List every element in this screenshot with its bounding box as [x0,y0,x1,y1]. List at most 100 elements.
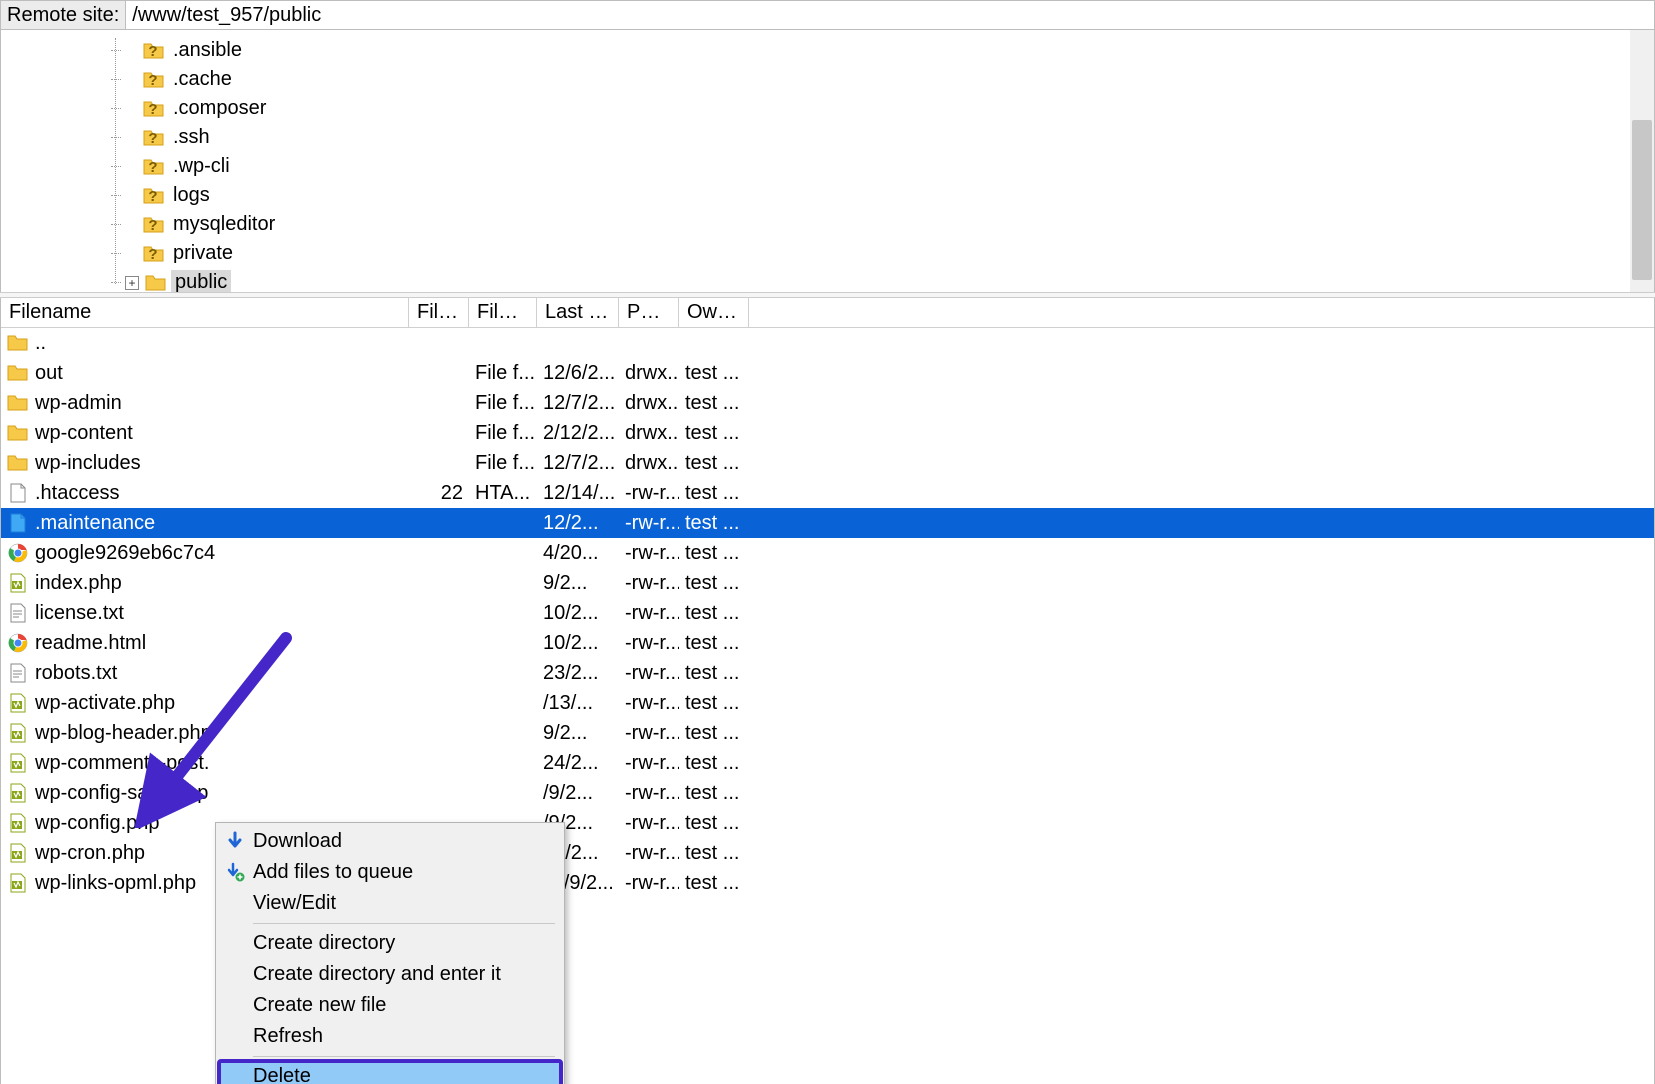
file-own-cell: test ... [679,840,749,867]
tree-scrollbar[interactable] [1630,30,1654,292]
file-name-label: wp-admin [35,392,122,415]
file-name-label: index.php [35,572,122,595]
file-name-cell: wp-admin [1,390,409,417]
column-filename[interactable]: Filename [1,298,409,327]
tree-item[interactable]: .wp-cli [111,152,1654,181]
tree-item-label: .ansible [169,38,246,63]
remote-site-label: Remote site: [1,1,126,29]
file-row[interactable]: .htaccess22HTA...12/14/...-rw-r...test .… [1,478,1654,508]
file-rows: ..outFile f...12/6/2...drwx...test ... wp… [1,328,1654,898]
file-row[interactable]: .. [1,328,1654,358]
file-row[interactable]: wp-contentFile f...2/12/2...drwx...test … [1,418,1654,448]
file-own-cell: test ... [679,480,749,507]
tree-item[interactable]: .cache [111,65,1654,94]
file-name-label: wp-comments-post. [35,752,210,775]
file-row[interactable]: index.php 9/2...-rw-r...test ... [1,568,1654,598]
menu-view-edit[interactable]: View/Edit [219,888,561,919]
file-own-cell: test ... [679,570,749,597]
text-file-icon [7,662,29,684]
column-filetype[interactable]: Filet... [469,298,537,327]
file-perm-cell: -rw-r... [619,810,679,837]
file-name-label: wp-links-opml.php [35,872,196,895]
file-list-pane: Filename Files... Filet... Last m... Per… [0,298,1655,1084]
file-own-cell: test ... [679,450,749,477]
file-name-label: .htaccess [35,482,119,505]
file-row[interactable]: .maintenance12/2...-rw-r...test ... [1,508,1654,538]
tree-item[interactable]: mysqleditor [111,210,1654,239]
file-own-cell: test ... [679,720,749,747]
file-name-cell: .. [1,330,409,357]
column-filesize[interactable]: Files... [409,298,469,327]
file-row[interactable]: wp-activate.php/13/...-rw-r...test ... [1,688,1654,718]
directory-tree[interactable]: .ansible.cache.composer.ssh.wp-clilogsmy… [1,30,1654,292]
file-type-cell [469,611,537,615]
menu-create-new-file[interactable]: Create new file [219,990,561,1021]
tree-item[interactable]: .composer [111,94,1654,123]
menu-download[interactable]: Download [219,826,561,857]
file-date-cell: 12/2... [537,510,619,537]
menu-create-directory[interactable]: Create directory [219,928,561,959]
menu-delete[interactable]: Delete [219,1061,561,1084]
file-row[interactable]: readme.html10/2...-rw-r...test ... [1,628,1654,658]
file-type-cell [469,761,537,765]
file-size-cell [409,791,469,795]
tree-item[interactable]: .ssh [111,123,1654,152]
folder-unknown-icon [143,243,165,265]
menu-create-directory-enter-label: Create directory and enter it [253,963,501,986]
file-own-cell: test ... [679,420,749,447]
file-perm-cell: -rw-r... [619,570,679,597]
menu-add-to-queue[interactable]: Add files to queue [219,857,561,888]
file-size-cell [409,431,469,435]
file-row[interactable]: google9269eb6c7c44/20...-rw-r...test ... [1,538,1654,568]
tree-item[interactable]: .ansible [111,36,1654,65]
file-row[interactable]: wp-comments-post.24/2...-rw-r...test ... [1,748,1654,778]
file-date-cell: 24/2... [537,750,619,777]
file-date-cell [537,341,619,345]
file-perm-cell [619,341,679,345]
file-row[interactable]: wp-includesFile f...12/7/2...drwx...test… [1,448,1654,478]
menu-add-to-queue-label: Add files to queue [253,861,413,884]
file-name-cell: wp-includes [1,450,409,477]
folder-unknown-icon [143,156,165,178]
file-size-cell [409,731,469,735]
file-type-cell: File f... [469,390,537,417]
tree-item[interactable]: logs [111,181,1654,210]
tree-item[interactable]: private [111,239,1654,268]
file-row[interactable]: wp-config-sample.p/9/2...-rw-r...test ..… [1,778,1654,808]
tree-expander-icon[interactable]: + [125,276,139,290]
menu-refresh[interactable]: Refresh [219,1021,561,1052]
file-name-cell: wp-config-sample.p [1,780,409,807]
file-row[interactable]: wp-blog-header.php9/2...-rw-r...test ... [1,718,1654,748]
column-owner[interactable]: Own... [679,298,749,327]
file-size-cell [409,611,469,615]
file-date-cell: 23/2... [537,660,619,687]
tree-item-label: .composer [169,96,270,121]
php-file-icon [7,812,29,834]
download-icon [223,829,247,853]
file-name-cell: out [1,360,409,387]
menu-create-directory-enter[interactable]: Create directory and enter it [219,959,561,990]
column-permissions[interactable]: Per... [619,298,679,327]
file-row[interactable]: license.txt10/2...-rw-r...test ... [1,598,1654,628]
file-icon [7,512,29,534]
file-name-label: wp-includes [35,452,141,475]
folder-icon [7,362,29,384]
php-file-icon [7,572,29,594]
column-lastmodified[interactable]: Last m... [537,298,619,327]
tree-scrollbar-thumb[interactable] [1632,120,1652,280]
file-date-cell: /13/... [537,690,619,717]
file-row[interactable]: wp-adminFile f...12/7/2...drwx...test ..… [1,388,1654,418]
file-date-cell: 10/2... [537,600,619,627]
file-date-cell: 9/2... [537,570,619,597]
folder-unknown-icon [143,69,165,91]
file-date-cell: /9/2... [537,780,619,807]
file-list-header[interactable]: Filename Files... Filet... Last m... Per… [1,298,1654,328]
file-row[interactable]: outFile f...12/6/2...drwx...test ... [1,358,1654,388]
tree-item[interactable]: +public [111,268,1654,292]
folder-icon [7,422,29,444]
file-name-label: out [35,362,63,385]
file-name-cell: robots.txt [1,660,409,687]
remote-site-path-input[interactable] [126,1,1654,29]
file-size-cell [409,641,469,645]
file-row[interactable]: robots.txt23/2...-rw-r...test ... [1,658,1654,688]
